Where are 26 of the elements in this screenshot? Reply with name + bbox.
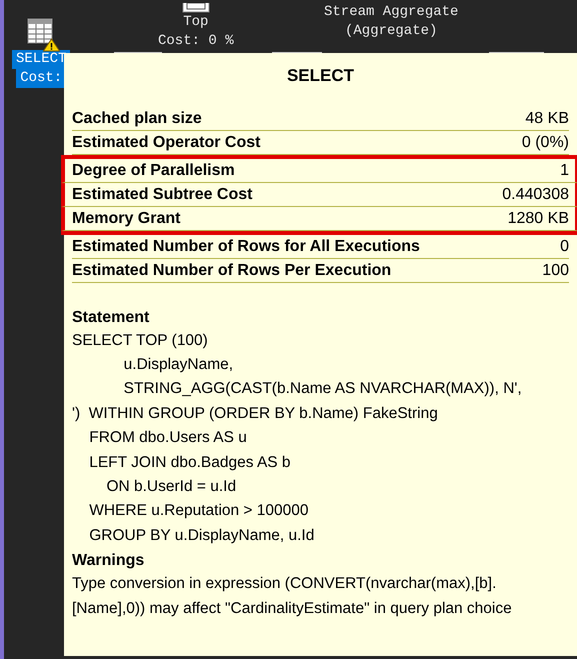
property-label: Estimated Number of Rows Per Execution — [72, 260, 392, 280]
property-label: Degree of Parallelism — [72, 160, 235, 180]
property-value: 1280 KB — [508, 208, 569, 228]
node-label[interactable]: (Aggregate) — [341, 22, 442, 41]
property-label: Memory Grant — [72, 208, 180, 228]
property-value: 0.440308 — [502, 184, 569, 204]
property-label: Estimated Operator Cost — [72, 132, 260, 152]
table-icon — [27, 18, 54, 44]
property-value: 0 — [560, 236, 569, 256]
node-label[interactable]: Stream Aggregate — [320, 3, 462, 22]
statement-text: SELECT TOP (100) u.DisplayName, STRING_AGG(CAST(b.Name AS NVARCHAR(MAX)), N', ') WITHIN GROUP (ORDER BY b.Name) FakeString FROM dbo.Users AS u LEFT JOIN dbo.Badges AS b ON b.UserId = u.Id WHERE u.Reputation > 100000 GROUP BY u.DisplayName, u.Id — [72, 330, 523, 546]
node-label[interactable]: Top — [179, 13, 212, 32]
node-label[interactable]: Cost: 0 % — [154, 32, 238, 51]
property-label: Estimated Number of Rows for All Executions — [72, 236, 420, 256]
property-label: Cached plan size — [72, 108, 202, 128]
section-heading: Warnings — [72, 551, 146, 572]
property-value: 0 (0%) — [522, 132, 569, 152]
property-value: 100 — [542, 260, 569, 280]
property-label: Estimated Subtree Cost — [72, 184, 252, 204]
section-heading: Statement — [72, 308, 150, 328]
operator-icon — [182, 3, 210, 13]
tooltip-title: SELECT — [286, 65, 356, 87]
warning-text: Type conversion in expression (CONVERT(nvarchar(max),[b].[Name],0)) may affect "CardinalityEstimate" in query plan choice — [72, 574, 513, 619]
node-label[interactable]: Cost: — [16, 69, 66, 88]
property-value: 48 KB — [525, 108, 569, 128]
property-value: 1 — [560, 160, 569, 180]
